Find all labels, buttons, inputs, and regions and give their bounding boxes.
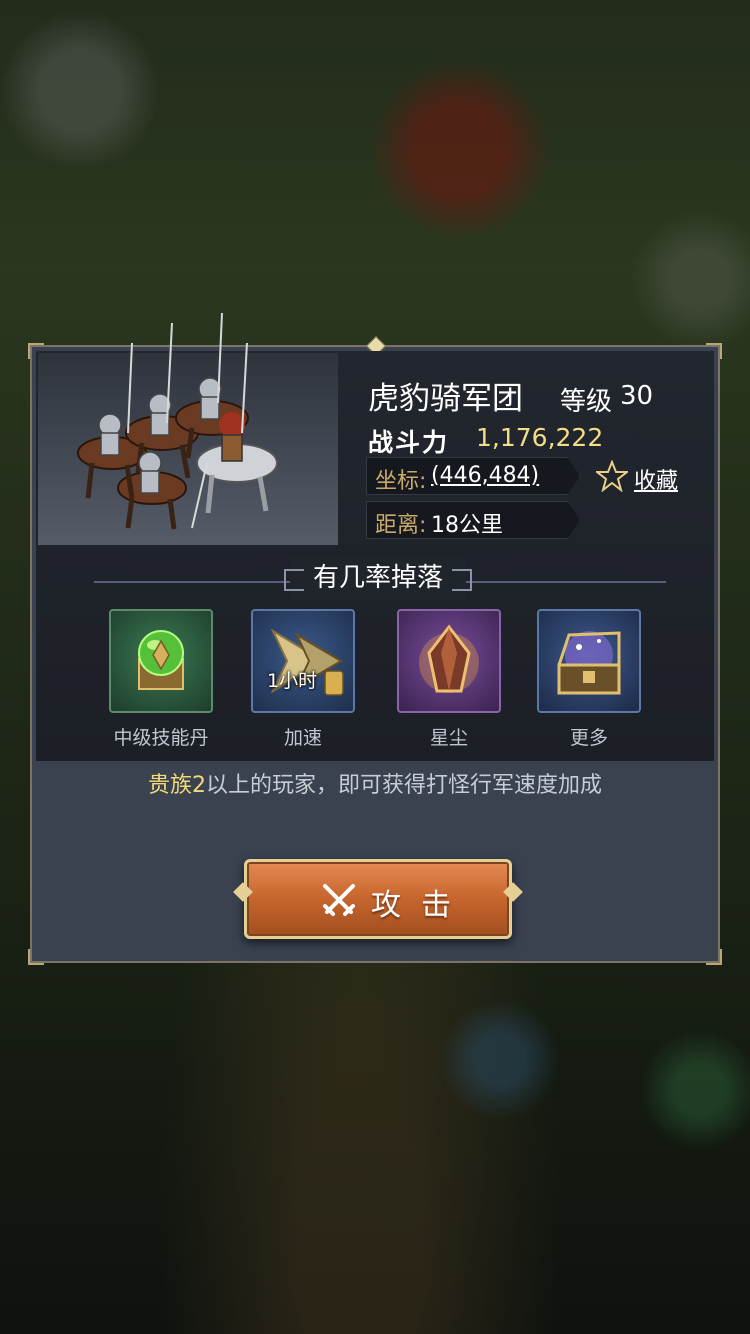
- attack-button-wrapper: 攻击: [233, 857, 523, 941]
- speedup-icon[interactable]: 1小时: [251, 609, 355, 713]
- power-label: 战斗力: [368, 428, 450, 457]
- drop-item-label: 加速: [283, 727, 322, 749]
- coordinate-box: 坐标: (446,484): [366, 457, 580, 495]
- bookmark-link[interactable]: 收藏: [634, 463, 678, 495]
- drop-item[interactable]: 中级技能丹: [106, 609, 216, 750]
- green-elixir-icon[interactable]: [109, 609, 213, 713]
- monster-level-label: 等级: [560, 387, 613, 417]
- monster-level: 30: [620, 381, 654, 411]
- star-icon[interactable]: [596, 460, 628, 492]
- corner-ornament: [706, 949, 722, 965]
- distance-label: 距离:: [375, 513, 427, 538]
- drop-item[interactable]: 更多: [534, 609, 644, 750]
- panel-header-area: 虎豹骑军团 等级 30 战斗力 1,176,222 坐标: (446,484) …: [36, 313, 714, 761]
- monster-name: 虎豹骑军团: [368, 381, 523, 417]
- drop-item[interactable]: 1小时 加速: [248, 609, 358, 750]
- noble-level-highlight: 贵族2: [147, 773, 206, 798]
- crossed-swords-icon: [323, 884, 355, 916]
- drops-title-text: 有几率掉落: [312, 563, 443, 593]
- coordinate-label: 坐标:: [375, 469, 427, 494]
- treasure-chest-icon[interactable]: [537, 609, 641, 713]
- cavalry-troop-portrait: [38, 313, 338, 545]
- coordinate-link[interactable]: (446,484): [431, 463, 539, 488]
- attack-button-label: 攻击: [371, 888, 471, 923]
- speedup-duration: 1小时: [267, 670, 318, 692]
- distance-box: 距离: 18公里: [366, 501, 580, 539]
- corner-ornament: [28, 949, 44, 965]
- drop-item-label: 更多: [569, 727, 608, 749]
- distance-value: 18公里: [431, 513, 503, 538]
- attack-button[interactable]: 攻击: [244, 859, 512, 939]
- title-ornament: [452, 569, 472, 591]
- drop-item-label: 星尘: [429, 727, 468, 749]
- drops-title: 有几率掉落: [284, 557, 472, 599]
- drop-item-label: 中级技能丹: [113, 727, 209, 749]
- title-ornament: [284, 569, 304, 591]
- noble-bonus-tip: 贵族2以上的玩家，即可获得打怪行军速度加成: [32, 767, 718, 799]
- stardust-crystal-icon[interactable]: [397, 609, 501, 713]
- drop-item[interactable]: 星尘: [394, 609, 504, 750]
- power-value: 1,176,222: [476, 423, 604, 452]
- noble-tip-text: 以上的玩家，即可获得打怪行军速度加成: [205, 773, 602, 798]
- monster-info-panel: 虎豹骑军团 等级 30 战斗力 1,176,222 坐标: (446,484) …: [28, 313, 722, 965]
- cavalry-troop-icon: [77, 313, 278, 530]
